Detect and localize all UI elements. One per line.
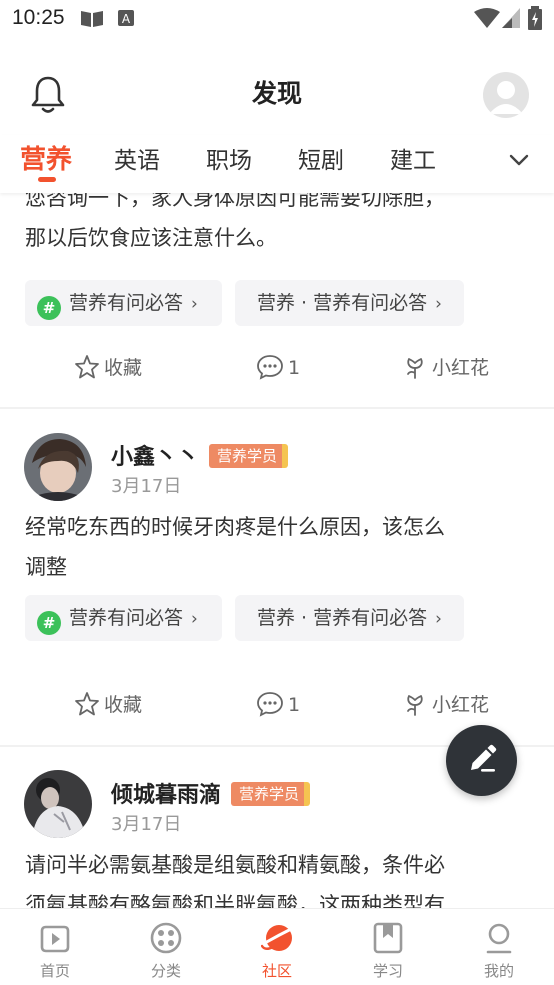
wifi-icon [474, 8, 500, 28]
chevron-right-icon: › [191, 609, 198, 629]
nav-label: 学习 [372, 962, 403, 980]
signal-icon [502, 8, 520, 28]
nav-community[interactable]: 社区 [222, 909, 332, 985]
star-icon [75, 692, 99, 716]
comment-icon [257, 355, 283, 380]
tab-short-drama[interactable]: 短剧 [298, 141, 344, 175]
home-play-icon [40, 925, 70, 953]
hashtag-icon: # [37, 611, 61, 635]
pencil-icon [471, 744, 497, 772]
book-notification-icon [81, 11, 103, 27]
nav-label: 首页 [39, 962, 70, 980]
tab-workplace[interactable]: 职场 [206, 141, 252, 175]
category-chip[interactable]: 营养 · 营养有问必答 › [235, 595, 464, 641]
post-date: 3月17日 [111, 476, 182, 497]
nav-label: 分类 [150, 962, 181, 980]
user-avatar-button[interactable] [483, 72, 529, 118]
svg-text:A: A [122, 12, 131, 26]
flower-button[interactable]: 小红花 [402, 691, 489, 719]
top-header: 发现 [0, 40, 554, 140]
post-text-line: 那以后饮食应该注意什么。 [25, 226, 277, 250]
community-planet-icon [261, 925, 297, 951]
nav-category[interactable]: 分类 [111, 909, 221, 985]
bottom-navigation: 首页 分类 社区 学习 我的 [0, 908, 554, 985]
author-name-text: 倾城暮雨滴 [111, 783, 222, 808]
topic-chip-label: 营养有问必答 [69, 292, 184, 314]
comment-count: 1 [288, 694, 301, 716]
flower-label: 小红花 [432, 694, 490, 716]
category-chip[interactable]: 营养 · 营养有问必答 › [235, 280, 464, 326]
author-name-text: 小鑫丶丶 [111, 445, 200, 470]
author-avatar[interactable] [24, 433, 92, 501]
nav-label: 我的 [483, 962, 514, 980]
chevron-down-icon [509, 154, 529, 166]
tab-construction[interactable]: 建工 [390, 141, 436, 175]
favorite-label: 收藏 [104, 694, 143, 716]
bookmark-book-icon [373, 922, 403, 954]
active-tab-indicator [38, 177, 56, 182]
page-title: 发现 [251, 79, 302, 108]
app-notification-icon: A [118, 10, 134, 26]
post-text-line: 请问半必需氨基酸是组氨酸和精氨酸，条件必 [25, 853, 445, 877]
post-date: 3月17日 [111, 814, 182, 835]
post-text-line: 须氨基酸有酪氨酸和半胱氨酸，这两种类型有 [25, 893, 445, 908]
category-tabs: 营养 英语 职场 短剧 建工 [0, 135, 554, 193]
chevron-right-icon: › [191, 294, 198, 314]
post-text-line: 经常吃东西的时候牙肉疼是什么原因，该怎么 [25, 515, 445, 539]
status-bar: 10:25 A [0, 0, 554, 40]
nav-home[interactable]: 首页 [0, 909, 110, 985]
post-text-line: 您咨询一下，家人身体原因可能需要切除胆， [25, 193, 445, 210]
category-grid-icon [150, 922, 182, 954]
nav-study[interactable]: 学习 [333, 909, 443, 985]
flower-button[interactable]: 小红花 [402, 354, 489, 382]
profile-icon [486, 923, 512, 954]
comment-icon [257, 692, 283, 717]
comment-button[interactable]: 1 [256, 354, 300, 382]
post-feed[interactable]: 您咨询一下，家人身体原因可能需要切除胆， 那以后饮食应该注意什么。 # 营养有问必… [0, 193, 554, 908]
topic-chip[interactable]: # 营养有问必答 › [25, 280, 222, 326]
author-name[interactable]: 小鑫丶丶 营养学员 [111, 439, 289, 471]
author-photo-icon [24, 433, 92, 501]
star-icon [75, 355, 99, 379]
nav-label: 社区 [261, 962, 292, 980]
topic-chip[interactable]: # 营养有问必答 › [25, 595, 222, 641]
battery-charging-icon [528, 6, 542, 30]
author-photo-icon [24, 770, 92, 838]
hashtag-icon: # [37, 296, 61, 320]
tab-nutrition[interactable]: 营养 [20, 139, 72, 176]
post-text-line: 调整 [25, 555, 67, 579]
nav-profile[interactable]: 我的 [444, 909, 554, 985]
member-badge: 营养学员 [209, 444, 289, 468]
topic-chip-label: 营养有问必答 [69, 607, 184, 629]
author-name[interactable]: 倾城暮雨滴 营养学员 [111, 777, 311, 809]
more-tabs-button[interactable] [504, 145, 534, 175]
flower-icon [407, 358, 423, 379]
chevron-right-icon: › [435, 294, 442, 314]
favorite-button[interactable]: 收藏 [74, 691, 142, 719]
author-avatar[interactable] [24, 770, 92, 838]
tab-english[interactable]: 英语 [114, 141, 160, 175]
comment-count: 1 [288, 357, 301, 379]
post-divider [0, 407, 554, 409]
chevron-right-icon: › [435, 609, 442, 629]
comment-button[interactable]: 1 [256, 691, 300, 719]
flower-icon [407, 695, 423, 716]
favorite-button[interactable]: 收藏 [74, 354, 142, 382]
category-chip-label: 营养 · 营养有问必答 [257, 292, 428, 314]
default-avatar-icon [489, 81, 523, 114]
category-chip-label: 营养 · 营养有问必答 [257, 607, 428, 629]
status-time: 10:25 [12, 6, 65, 29]
compose-post-button[interactable] [446, 725, 517, 796]
flower-label: 小红花 [432, 357, 490, 379]
favorite-label: 收藏 [104, 357, 143, 379]
member-badge: 营养学员 [231, 782, 311, 806]
